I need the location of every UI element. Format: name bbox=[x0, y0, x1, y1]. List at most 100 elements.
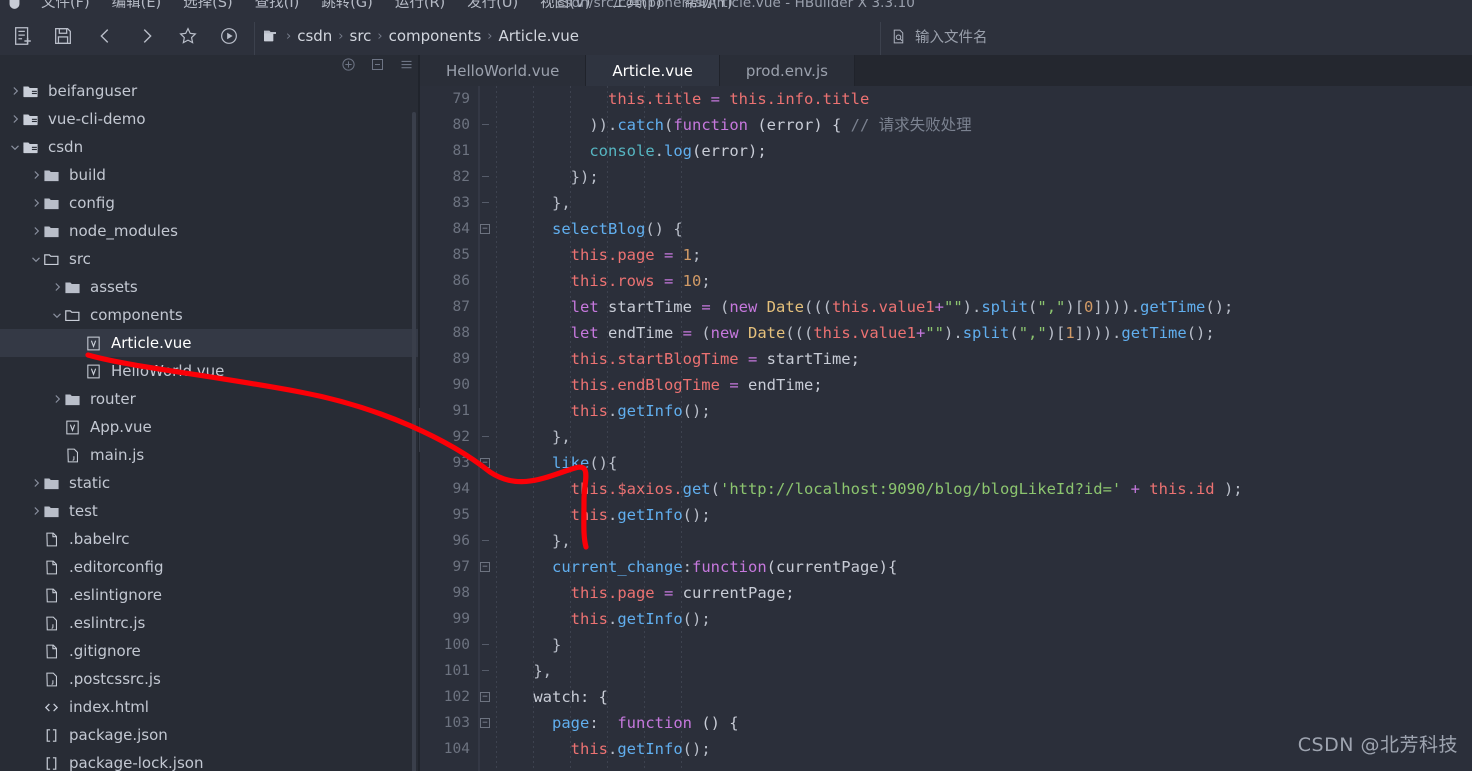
code-line[interactable]: this.startBlogTime = startTime; bbox=[496, 346, 1472, 372]
chevron-down-icon[interactable] bbox=[50, 308, 64, 322]
tree-item-vue-cli-demo[interactable]: vue-cli-demo bbox=[0, 105, 418, 133]
code-line[interactable]: this.endBlogTime = endTime; bbox=[496, 372, 1472, 398]
file-tree[interactable]: beifanguser vue-cli-demo csdn build config no… bbox=[0, 77, 418, 771]
project-sidebar: beifanguser vue-cli-demo csdn build config no… bbox=[0, 55, 418, 771]
tree-item--postcssrc-js[interactable]: .postcssrc.js bbox=[0, 665, 418, 693]
chevron-right-icon[interactable] bbox=[29, 196, 43, 210]
editor-tab-article-vue[interactable]: Article.vue bbox=[586, 55, 720, 86]
breadcrumb-item-3[interactable]: Article.vue bbox=[499, 27, 580, 45]
tree-item-test[interactable]: test bbox=[0, 497, 418, 525]
code-line[interactable]: }, bbox=[496, 528, 1472, 554]
save-icon[interactable] bbox=[52, 25, 74, 47]
tree-item--gitignore[interactable]: .gitignore bbox=[0, 637, 418, 665]
collapse-all-icon[interactable] bbox=[370, 57, 385, 72]
fold-cell[interactable]: − bbox=[478, 684, 496, 710]
tree-item-package-json[interactable]: package.json bbox=[0, 721, 418, 749]
chevron-right-icon[interactable] bbox=[29, 224, 43, 238]
tree-item-app-vue[interactable]: App.vue bbox=[0, 413, 418, 441]
code-line[interactable]: console.log(error); bbox=[496, 138, 1472, 164]
tree-item--eslintrc-js[interactable]: .eslintrc.js bbox=[0, 609, 418, 637]
fold-collapse-icon[interactable]: − bbox=[480, 718, 490, 728]
code-line[interactable]: this.page = currentPage; bbox=[496, 580, 1472, 606]
tree-item-csdn[interactable]: csdn bbox=[0, 133, 418, 161]
code-line[interactable]: this.getInfo(); bbox=[496, 398, 1472, 424]
code-line[interactable]: current_change:function(currentPage){ bbox=[496, 554, 1472, 580]
breadcrumb-item-0[interactable]: csdn bbox=[297, 27, 332, 45]
code-line[interactable]: this.rows = 10; bbox=[496, 268, 1472, 294]
tree-item-components[interactable]: components bbox=[0, 301, 418, 329]
fold-collapse-icon[interactable]: − bbox=[480, 458, 490, 468]
breadcrumb-item-1[interactable]: src bbox=[350, 27, 372, 45]
menu-icon[interactable] bbox=[399, 57, 414, 72]
code-line[interactable]: } bbox=[496, 632, 1472, 658]
tree-item-router[interactable]: router bbox=[0, 385, 418, 413]
fold-collapse-icon[interactable]: − bbox=[480, 692, 490, 702]
fold-cell[interactable]: − bbox=[478, 710, 496, 736]
chevron-right-icon[interactable] bbox=[29, 504, 43, 518]
editor-tab-helloworld-vue[interactable]: HelloWorld.vue bbox=[420, 55, 587, 86]
code-line[interactable]: }, bbox=[496, 424, 1472, 450]
tree-item-static[interactable]: static bbox=[0, 469, 418, 497]
fold-cell[interactable]: − bbox=[478, 216, 496, 242]
code-line[interactable]: )).catch(function (error) { // 请求失败处理 bbox=[496, 112, 1472, 138]
sidebar-scrollbar[interactable] bbox=[412, 112, 416, 771]
code-line[interactable]: watch: { bbox=[496, 684, 1472, 710]
tree-item-assets[interactable]: assets bbox=[0, 273, 418, 301]
chevron-down-icon[interactable] bbox=[29, 252, 43, 266]
code-line[interactable]: let startTime = (new Date(((this.value1+… bbox=[496, 294, 1472, 320]
code-line[interactable]: selectBlog() { bbox=[496, 216, 1472, 242]
chevron-right-icon[interactable] bbox=[8, 84, 22, 98]
breadcrumb-item-2[interactable]: components bbox=[389, 27, 482, 45]
tree-item-package-lock-json[interactable]: package-lock.json bbox=[0, 749, 418, 771]
editor-tabbar[interactable]: HelloWorld.vue Article.vue prod.env.js bbox=[420, 55, 1472, 86]
tree-item-beifanguser[interactable]: beifanguser bbox=[0, 77, 418, 105]
fold-collapse-icon[interactable]: − bbox=[480, 562, 490, 572]
chevron-right-icon[interactable] bbox=[29, 168, 43, 182]
run-icon[interactable] bbox=[218, 25, 240, 47]
fold-tick-icon bbox=[482, 436, 489, 437]
add-project-icon[interactable] bbox=[341, 57, 356, 72]
fold-collapse-icon[interactable]: − bbox=[480, 224, 490, 234]
code-line[interactable]: like(){ bbox=[496, 450, 1472, 476]
filename-search[interactable]: 输入文件名 bbox=[890, 24, 988, 48]
code-line[interactable]: this.page = 1; bbox=[496, 242, 1472, 268]
tree-item-main-js[interactable]: main.js bbox=[0, 441, 418, 469]
code-line[interactable]: this.getInfo(); bbox=[496, 606, 1472, 632]
chevron-right-icon[interactable] bbox=[29, 476, 43, 490]
tree-item--babelrc[interactable]: .babelrc bbox=[0, 525, 418, 553]
code-area[interactable]: 79 80 81 82 83 84 85 86 87 88 89 90 91 92 93 94 95 96 97 98… bbox=[420, 86, 1472, 771]
back-arrow-icon[interactable] bbox=[94, 25, 116, 47]
fold-cell bbox=[478, 112, 496, 138]
editor-tab-prod-env-js[interactable]: prod.env.js bbox=[719, 55, 855, 86]
tree-item-config[interactable]: config bbox=[0, 189, 418, 217]
code-line[interactable]: }, bbox=[496, 658, 1472, 684]
breadcrumb[interactable]: › csdn › src › components › Article.vue bbox=[262, 24, 579, 48]
tree-item-index-html[interactable]: index.html bbox=[0, 693, 418, 721]
chevron-right-icon[interactable] bbox=[50, 280, 64, 294]
chevron-right-icon[interactable] bbox=[50, 392, 64, 406]
code-line[interactable]: }, bbox=[496, 190, 1472, 216]
code-content[interactable]: this.title = this.info.title )).catch(fu… bbox=[496, 86, 1472, 771]
tree-item-src[interactable]: src bbox=[0, 245, 418, 273]
favorite-star-icon[interactable] bbox=[177, 25, 199, 47]
chevron-down-icon[interactable] bbox=[8, 140, 22, 154]
new-file-icon[interactable] bbox=[12, 25, 34, 47]
code-line[interactable]: this.$axios.get('http://localhost:9090/b… bbox=[496, 476, 1472, 502]
code-line[interactable]: let endTime = (new Date(((this.value1+""… bbox=[496, 320, 1472, 346]
tree-item-helloworld-vue[interactable]: HelloWorld.vue bbox=[0, 357, 418, 385]
tree-item-article-vue[interactable]: Article.vue bbox=[0, 329, 418, 357]
tree-item-build[interactable]: build bbox=[0, 161, 418, 189]
fold-cell[interactable]: − bbox=[478, 450, 496, 476]
tree-item--eslintignore[interactable]: .eslintignore bbox=[0, 581, 418, 609]
fold-column[interactable]: − − − − − bbox=[478, 86, 496, 771]
tree-item-node-modules[interactable]: node_modules bbox=[0, 217, 418, 245]
code-line[interactable]: this.title = this.info.title bbox=[496, 86, 1472, 112]
tree-item--editorconfig[interactable]: .editorconfig bbox=[0, 553, 418, 581]
chevron-right-icon[interactable] bbox=[8, 112, 22, 126]
code-line[interactable]: }); bbox=[496, 164, 1472, 190]
code-token: ; bbox=[701, 272, 711, 290]
fold-cell[interactable]: − bbox=[478, 554, 496, 580]
forward-arrow-icon[interactable] bbox=[136, 25, 158, 47]
code-line[interactable]: this.getInfo(); bbox=[496, 502, 1472, 528]
